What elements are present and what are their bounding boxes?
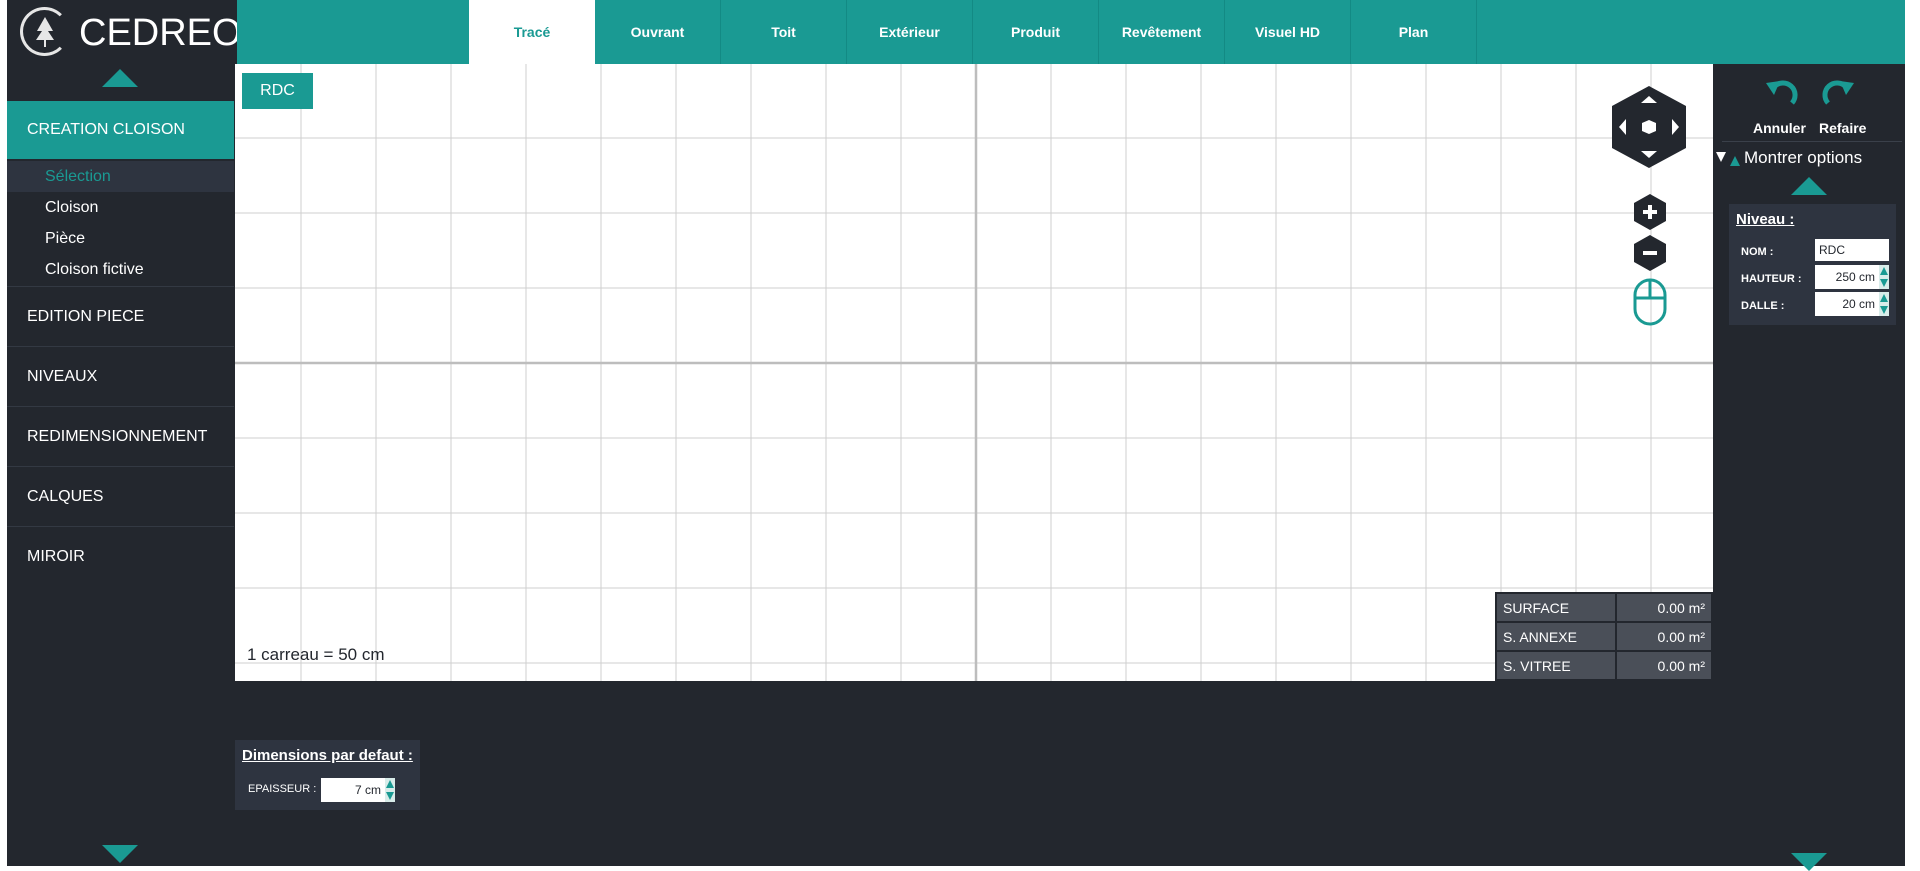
glazed-surface-label: S. VITREE bbox=[1495, 650, 1617, 681]
tree-icon bbox=[36, 17, 54, 47]
tab-produit[interactable]: Produit bbox=[973, 0, 1099, 64]
surface-value: 0.00 m² bbox=[1615, 592, 1713, 623]
right-panel: Annuler Refaire Montrer options Niveau :… bbox=[1716, 64, 1905, 871]
logo-text: CEDREO bbox=[79, 12, 242, 54]
grid bbox=[235, 64, 1713, 681]
table-row: SURFACE 0.00 m² bbox=[1495, 592, 1713, 623]
default-dimensions-panel: Dimensions par defaut : EPAISSEUR : 7 cm bbox=[235, 740, 420, 810]
tab-plan[interactable]: Plan bbox=[1351, 0, 1477, 64]
slab-value: 20 cm bbox=[1842, 297, 1875, 311]
scale-label: 1 carreau = 50 cm bbox=[247, 645, 385, 664]
level-panel: Niveau : NOM : RDC HAUTEUR : 250 cm DALL… bbox=[1729, 204, 1896, 325]
top-bar: Tracé Ouvrant Toit Extérieur Produit Rev… bbox=[237, 0, 1905, 64]
level-height-value: 250 cm bbox=[1835, 270, 1875, 284]
thickness-value: 7 cm bbox=[354, 783, 381, 797]
glazed-surface-value: 0.00 m² bbox=[1615, 650, 1713, 681]
sidebar-section-miroir[interactable]: MIROIR bbox=[7, 526, 234, 586]
sidebar-item-cloison[interactable]: Cloison bbox=[7, 192, 234, 223]
divider bbox=[1722, 141, 1902, 142]
mouse-icon[interactable] bbox=[1633, 278, 1667, 326]
tab-bar: Tracé Ouvrant Toit Extérieur Produit Rev… bbox=[469, 0, 1477, 64]
sidebar-section-edition-piece[interactable]: EDITION PIECE bbox=[7, 286, 234, 346]
logo: CEDREO bbox=[7, 0, 242, 64]
sidebar-item-selection[interactable]: Sélection bbox=[7, 161, 234, 192]
level-badge[interactable]: RDC bbox=[242, 73, 313, 109]
level-height-input[interactable]: 250 cm bbox=[1815, 265, 1889, 289]
table-row: S. ANNEXE 0.00 m² bbox=[1495, 621, 1713, 652]
tab-exterieur[interactable]: Extérieur bbox=[847, 0, 973, 64]
zoom-in-icon[interactable] bbox=[1634, 194, 1666, 230]
redo-icon[interactable] bbox=[1820, 77, 1858, 107]
level-name-label: NOM : bbox=[1741, 246, 1774, 258]
drawing-canvas[interactable]: RDC 1 carreau = 50 cm SURFACE 0.00 m² S.… bbox=[235, 64, 1713, 681]
tab-ouvrant[interactable]: Ouvrant bbox=[595, 0, 721, 64]
app-root: CEDREO Tracé Ouvrant Toit Extérieur Prod… bbox=[0, 0, 1920, 871]
tab-toit[interactable]: Toit bbox=[721, 0, 847, 64]
collapse-options-icon[interactable] bbox=[1791, 177, 1827, 195]
level-height-label: HAUTEUR : bbox=[1741, 273, 1802, 285]
zoom-out-icon[interactable] bbox=[1634, 235, 1666, 271]
tab-visuel-hd[interactable]: Visuel HD bbox=[1225, 0, 1351, 64]
thickness-input[interactable]: 7 cm bbox=[321, 778, 395, 802]
tab-revetement[interactable]: Revêtement bbox=[1099, 0, 1225, 64]
level-panel-title: Niveau : bbox=[1736, 211, 1795, 228]
default-dimensions-title: Dimensions par defaut : bbox=[242, 747, 413, 764]
sidebar-item-cloison-fictive[interactable]: Cloison fictive bbox=[7, 254, 234, 285]
toggle-options-icon[interactable] bbox=[1716, 152, 1740, 166]
slab-input[interactable]: 20 cm bbox=[1815, 292, 1889, 316]
sidebar-section-niveaux[interactable]: NIVEAUX bbox=[7, 346, 234, 406]
scroll-down-icon[interactable] bbox=[102, 845, 138, 863]
surface-table: SURFACE 0.00 m² S. ANNEXE 0.00 m² S. VIT… bbox=[1495, 592, 1713, 681]
redo-button[interactable]: Refaire bbox=[1819, 120, 1866, 136]
show-options-toggle[interactable]: Montrer options bbox=[1744, 148, 1862, 168]
sidebar-section-redimensionnement[interactable]: REDIMENSIONNEMENT bbox=[7, 406, 234, 466]
stepper-icon[interactable] bbox=[385, 778, 395, 802]
scroll-up-icon[interactable] bbox=[102, 69, 138, 87]
slab-label: DALLE : bbox=[1741, 300, 1785, 312]
annex-surface-value: 0.00 m² bbox=[1615, 621, 1713, 652]
level-name-input[interactable]: RDC bbox=[1815, 239, 1889, 261]
stepper-icon[interactable] bbox=[1879, 265, 1889, 289]
sidebar-section-calques[interactable]: CALQUES bbox=[7, 466, 234, 526]
thickness-label: EPAISSEUR : bbox=[248, 783, 317, 795]
table-row: S. VITREE 0.00 m² bbox=[1495, 650, 1713, 681]
stepper-icon[interactable] bbox=[1879, 292, 1889, 316]
sidebar-item-piece[interactable]: Pièce bbox=[7, 223, 234, 254]
sidebar-section-creation-cloison[interactable]: CREATION CLOISON bbox=[7, 101, 234, 159]
scroll-down-icon[interactable] bbox=[1791, 853, 1827, 871]
surface-label: SURFACE bbox=[1495, 592, 1617, 623]
tab-trace[interactable]: Tracé bbox=[469, 0, 595, 64]
sidebar: CREATION CLOISON Sélection Cloison Pièce… bbox=[7, 64, 234, 866]
pan-navigation-icon[interactable] bbox=[1612, 86, 1686, 168]
undo-button[interactable]: Annuler bbox=[1753, 120, 1806, 136]
annex-surface-label: S. ANNEXE bbox=[1495, 621, 1617, 652]
undo-icon[interactable] bbox=[1762, 77, 1800, 107]
